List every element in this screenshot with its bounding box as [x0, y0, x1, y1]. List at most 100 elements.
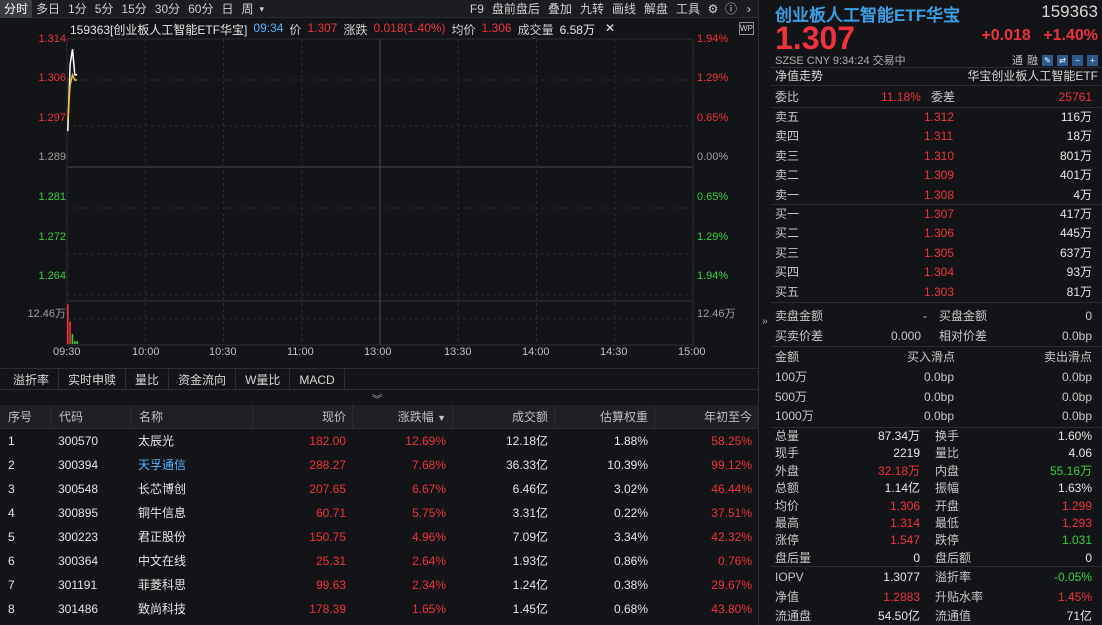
stat-value: 1.45%	[1057, 589, 1092, 604]
close-x-icon[interactable]: ✕	[605, 21, 615, 37]
plus-icon[interactable]: +	[1087, 54, 1098, 66]
time-tick: 10:00	[132, 346, 160, 358]
tab-30min[interactable]: 30分	[151, 0, 184, 18]
tab-week[interactable]: 周	[238, 0, 258, 18]
table-row[interactable]: 4 300895 铜牛信息 60.71 5.75% 3.31亿 0.22% 37.51%	[0, 501, 758, 525]
tab-w-volume-ratio[interactable]: W量比	[236, 369, 291, 389]
avg-label: 均价	[451, 23, 476, 37]
collapse-panel-icon[interactable]: »	[759, 316, 771, 327]
pct-tick: 0.65%	[697, 191, 729, 203]
col-code[interactable]: 代码	[50, 405, 130, 428]
nine-turn-button[interactable]: 九转	[576, 0, 608, 18]
tab-multiday[interactable]: 多日	[32, 0, 64, 18]
ask-level[interactable]: 卖一 1.308 4万	[771, 186, 1102, 205]
level-price: 1.306	[924, 226, 955, 241]
market-meta: SZSE CNY 9:34:24 交易中	[775, 55, 906, 67]
col-price[interactable]: 现价	[252, 405, 352, 428]
table-row[interactable]: 7 301191 菲菱科思 99.63 2.34% 1.24亿 0.38% 29.67%	[0, 573, 758, 597]
col-index[interactable]: 序号	[0, 405, 50, 428]
ask-level[interactable]: 卖四 1.311 18万	[771, 127, 1102, 146]
col-ytd[interactable]: 年初至今	[654, 405, 758, 428]
sell-amount-label: 卖盘金额	[775, 309, 824, 323]
cell-index: 6	[8, 554, 15, 568]
period-more-dropdown[interactable]: ▾	[258, 0, 267, 18]
slippage-row: 500万 0.0bp 0.0bp	[771, 388, 1102, 407]
cell-price: 99.63	[315, 578, 346, 592]
tab-fund-flow[interactable]: 资金流向	[169, 369, 237, 389]
level-price: 1.308	[924, 187, 955, 202]
table-header: 序号 代码 名称 现价 涨跌幅 ▼ 成交额 估算权重 年初至今	[0, 405, 758, 429]
settings-icon[interactable]: ⚙	[704, 0, 722, 18]
nav-trend-bar[interactable]: 净值走势 华宝创业板人工智能ETF	[771, 67, 1102, 86]
level-price: 1.304	[924, 265, 955, 280]
table-row[interactable]: 2 300394 天孚通信 288.27 7.68% 36.33亿 10.39% 99.12%	[0, 453, 758, 477]
cell-ytd: 58.25%	[711, 434, 752, 448]
col-turnover[interactable]: 成交额	[452, 405, 554, 428]
tab-premium-rate[interactable]: 溢折率	[4, 369, 60, 389]
table-row[interactable]: 6 300364 中文在线 25.31 2.64% 1.93亿 0.86% 0.76%	[0, 549, 758, 573]
minus-icon[interactable]: −	[1072, 54, 1083, 66]
intraday-chart[interactable]: 159363[创业板人工智能ETF华宝] 09:34 价 1.307 涨跌 0.…	[0, 19, 758, 365]
stat-value: 1.306	[889, 498, 920, 513]
wp-icon[interactable]: WP	[739, 22, 754, 35]
pct-tick: 0.00%	[697, 151, 729, 163]
slip-sell: 0.0bp	[1061, 370, 1092, 384]
tab-fenshi[interactable]: 分时	[0, 0, 33, 18]
bid-level[interactable]: 买二 1.306 445万	[771, 224, 1102, 243]
cell-change-pct: 7.68%	[411, 458, 446, 472]
tab-1min[interactable]: 1分	[64, 0, 91, 18]
ask-level[interactable]: 卖二 1.309 401万	[771, 166, 1102, 185]
slippage-header: 金额 买入滑点 卖出滑点	[771, 348, 1102, 367]
link-icon[interactable]: ⇄	[1057, 54, 1068, 66]
tools-button[interactable]: 工具	[672, 0, 704, 18]
bid-level[interactable]: 买一 1.307 417万	[771, 205, 1102, 224]
cell-name: 铜牛信息	[138, 506, 187, 520]
pre-post-market-button[interactable]: 盘前盘后	[488, 0, 544, 18]
sell-amount-value: -	[923, 309, 927, 323]
tab-day[interactable]: 日	[217, 0, 237, 18]
tab-15min[interactable]: 15分	[117, 0, 150, 18]
pct-tick: 1.94%	[697, 33, 729, 45]
tab-volume-ratio[interactable]: 量比	[126, 369, 170, 389]
overlay-button[interactable]: 叠加	[544, 0, 576, 18]
tab-macd[interactable]: MACD	[290, 369, 345, 389]
bid-level[interactable]: 买四 1.304 93万	[771, 263, 1102, 282]
tab-realtime-subscription[interactable]: 实时申赎	[59, 369, 127, 389]
ask-level[interactable]: 卖三 1.310 801万	[771, 147, 1102, 166]
stat-value: 32.18万	[877, 463, 920, 478]
stat-value: 1.293	[1061, 516, 1092, 530]
slip-buy: 0.0bp	[924, 370, 955, 384]
level-label: 买四	[775, 265, 800, 280]
table-row[interactable]: 5 300223 君正股份 150.75 4.96% 7.09亿 3.34% 42.32%	[0, 525, 758, 549]
volume-bar	[74, 341, 76, 344]
slip-buy: 0.0bp	[924, 409, 955, 424]
slip-sell: 0.0bp	[1061, 389, 1092, 404]
draw-line-button[interactable]: 画线	[608, 0, 640, 18]
pct-tick: 1.29%	[697, 231, 729, 243]
help-icon[interactable]: ⓘ	[722, 0, 740, 18]
table-row[interactable]: 8 301486 致尚科技 178.39 1.65% 1.45亿 0.68% 43.80%	[0, 597, 758, 621]
slip-amount: 100万	[775, 370, 808, 384]
tab-5min[interactable]: 5分	[91, 0, 118, 18]
stat-label: 开盘	[935, 498, 960, 513]
f9-button[interactable]: F9	[466, 0, 488, 18]
table-row[interactable]: 3 300548 长芯博创 207.65 6.67% 6.46亿 3.02% 46.44%	[0, 477, 758, 501]
expand-chevron-icon[interactable]: ︾	[372, 391, 382, 406]
cell-ytd: 46.44%	[711, 482, 752, 496]
bid-level[interactable]: 买五 1.303 81万	[771, 283, 1102, 302]
level-price: 1.310	[924, 148, 955, 163]
table-row[interactable]: 1 300570 太辰光 182.00 12.69% 12.18亿 1.88% 58.25%	[0, 429, 758, 453]
pct-tick: 1.94%	[697, 270, 729, 282]
col-weight[interactable]: 估算权重	[554, 405, 654, 428]
col-name[interactable]: 名称	[130, 405, 252, 428]
analysis-button[interactable]: 解盘	[640, 0, 672, 18]
bid-level[interactable]: 买三 1.305 637万	[771, 244, 1102, 263]
level-volume: 4万	[1073, 187, 1092, 202]
col-change-pct[interactable]: 涨跌幅 ▼	[352, 405, 452, 428]
tab-60min[interactable]: 60分	[184, 0, 217, 18]
edit-icon[interactable]: ✎	[1042, 54, 1053, 66]
ask-level[interactable]: 卖五 1.312 116万	[771, 108, 1102, 127]
cell-change-pct: 2.64%	[411, 554, 446, 568]
chevron-right-icon[interactable]: ›	[740, 0, 758, 18]
cell-turnover: 7.09亿	[512, 530, 548, 544]
